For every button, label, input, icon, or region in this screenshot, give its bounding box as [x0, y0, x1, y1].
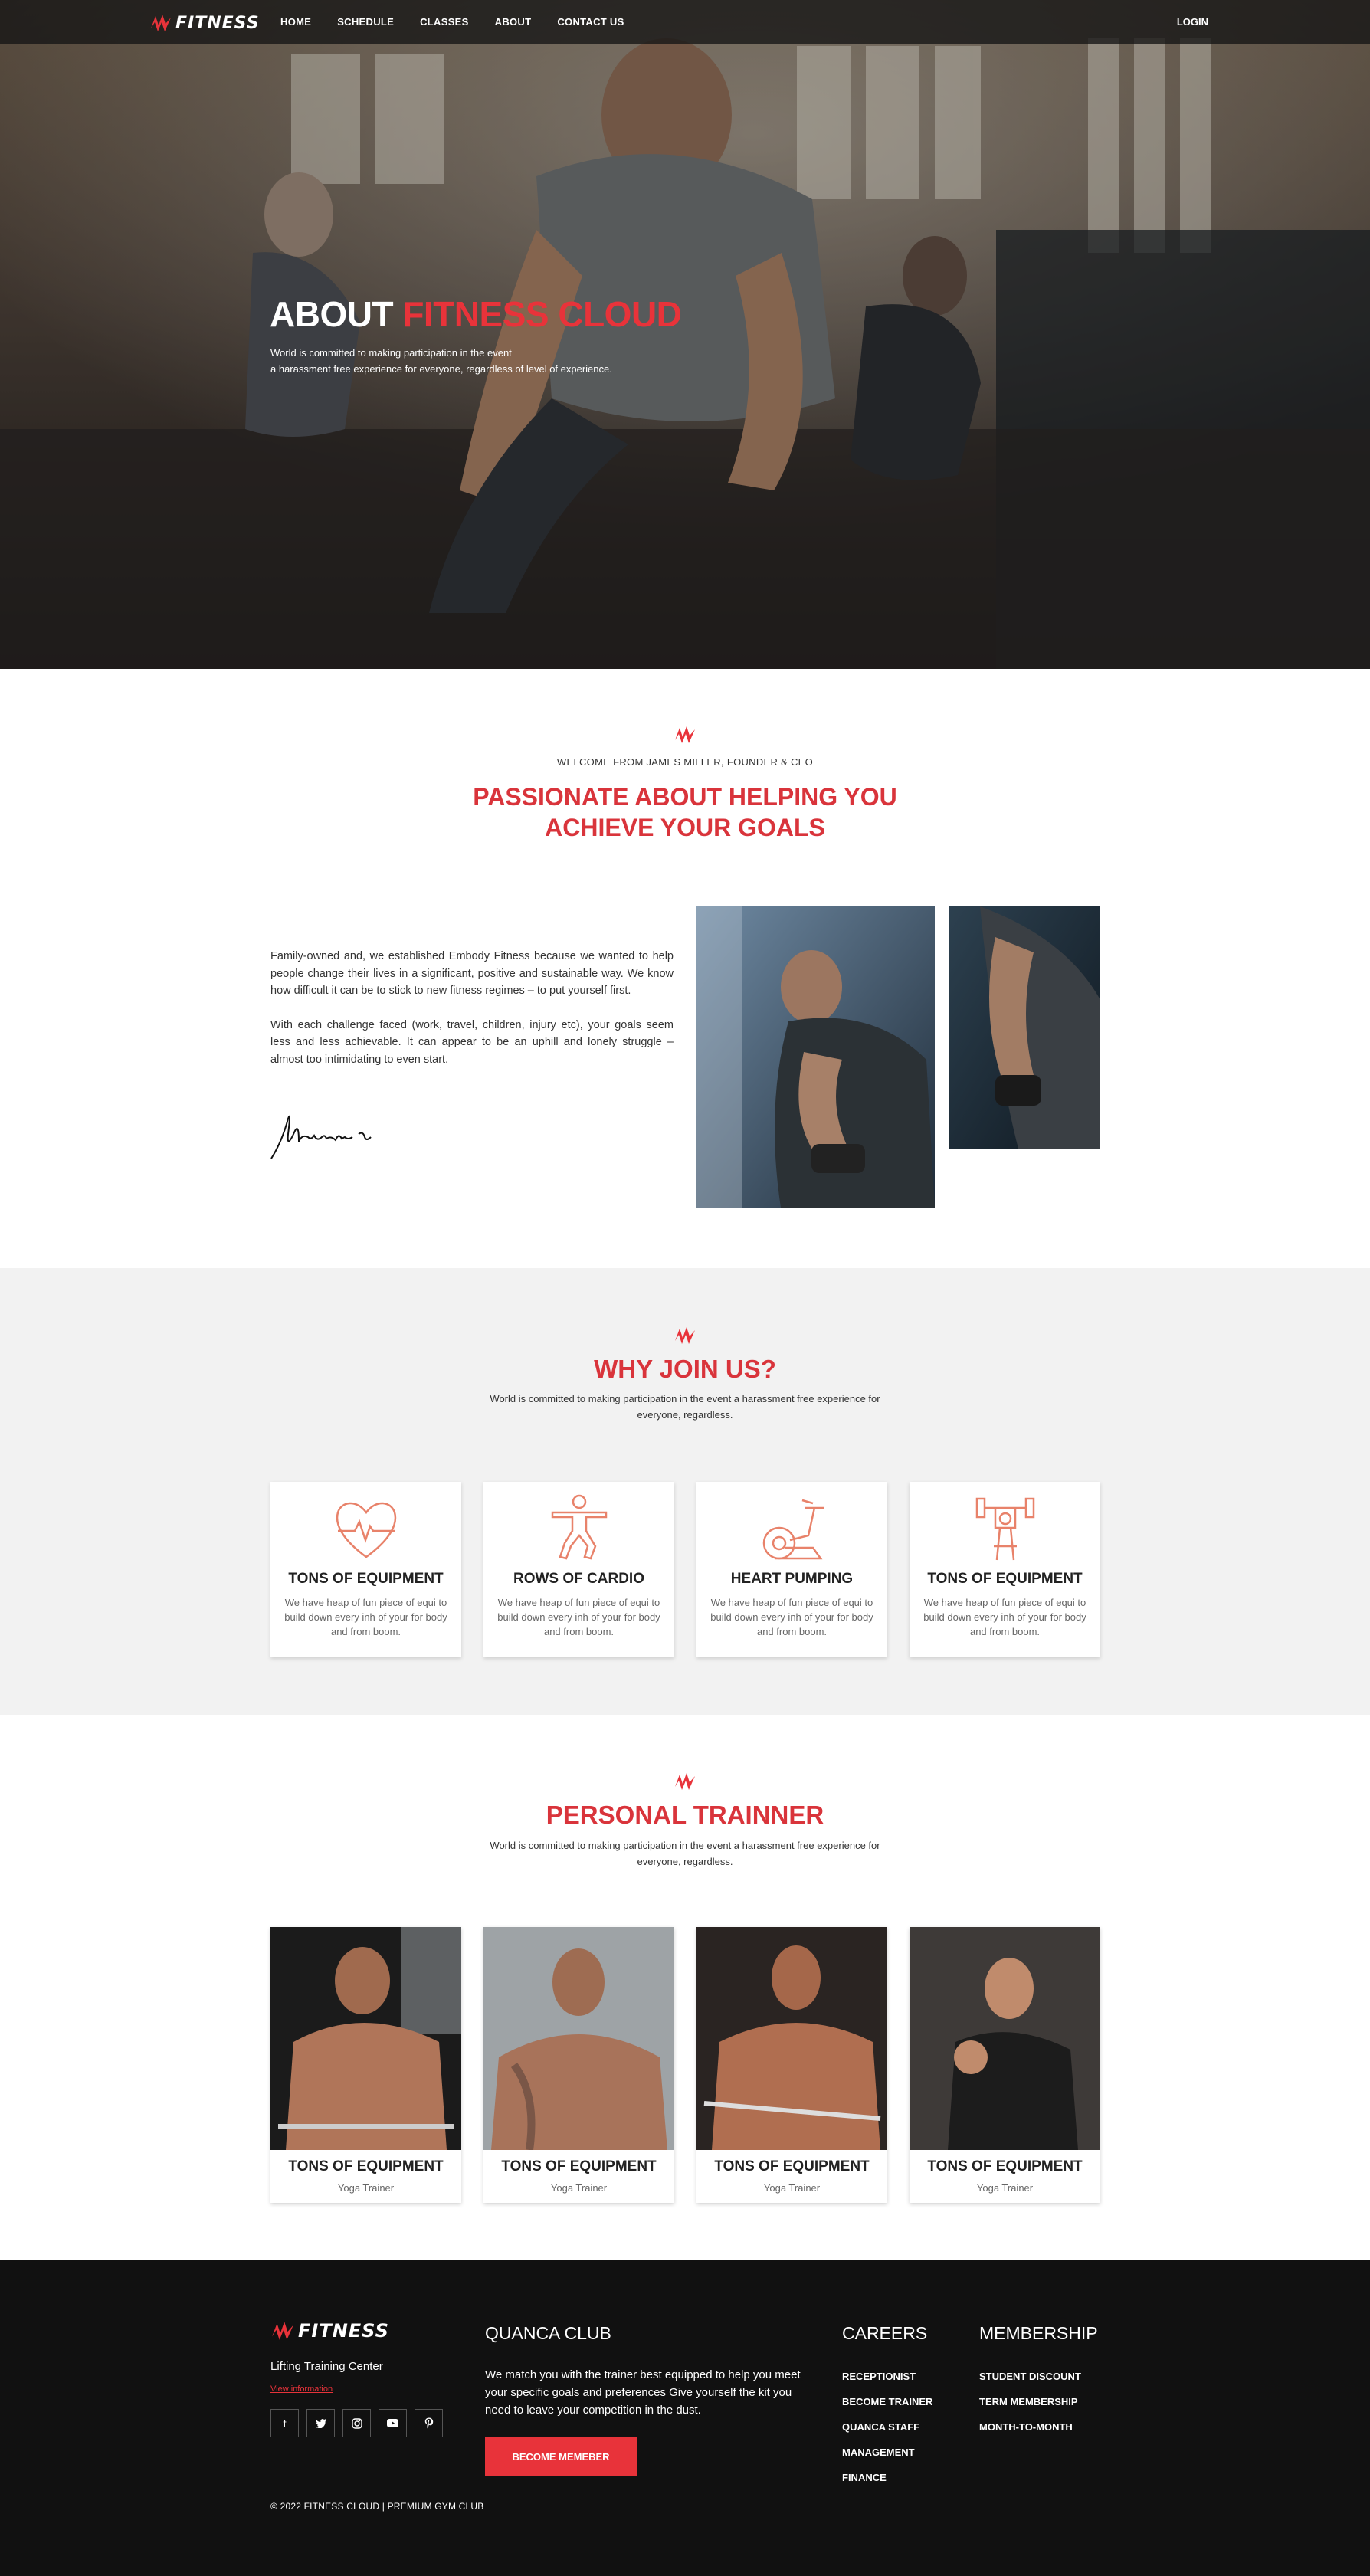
trainer-photo — [910, 1927, 1100, 2150]
about-text: Family-owned and, we established Embody … — [270, 948, 674, 1085]
founder-photo-secondary — [949, 906, 1100, 1149]
login-link[interactable]: LOGIN — [1177, 16, 1208, 28]
footer-club-text: We match you with the trainer best equip… — [485, 2368, 801, 2417]
instagram-icon[interactable] — [342, 2409, 371, 2437]
trainer-card[interactable]: TONS OF EQUIPMENT Yoga Trainer — [270, 1927, 461, 2203]
footer-logo[interactable]: FITNESS — [270, 2319, 389, 2343]
logo-wordmark: FITNESS — [175, 13, 260, 33]
top-navigation: FITNESS HOME SCHEDULE CLASSES ABOUT CONT… — [0, 0, 1370, 44]
trainer-name: TONS OF EQUIPMENT — [288, 2158, 444, 2175]
youtube-icon[interactable] — [379, 2409, 407, 2437]
section-logo-icon — [675, 1327, 695, 1344]
trainers-title: PERSONAL TRAINNER — [546, 1801, 824, 1829]
careers-link[interactable]: MANAGEMENT — [842, 2447, 932, 2472]
logo-mark-icon — [272, 2322, 293, 2340]
footer-club-title: QUANCA CLUB — [485, 2323, 611, 2343]
logo-wordmark: FITNESS — [298, 2320, 389, 2342]
trainer-photo — [696, 1927, 887, 2150]
become-member-button[interactable]: BECOME MEMEBER — [485, 2437, 637, 2476]
section-logo-icon — [675, 1773, 695, 1790]
why-title: WHY JOIN US? — [594, 1355, 776, 1383]
about-paragraph: Family-owned and, we established Embody … — [270, 950, 674, 997]
feature-text: We have heap of fun piece of equi to bui… — [497, 1597, 660, 1637]
feature-card: ROWS OF CARDIO We have heap of fun piece… — [483, 1482, 674, 1657]
careers-list: RECEPTIONIST BECOME TRAINER QUANCA STAFF… — [842, 2371, 932, 2497]
hero-section: ABOUT FITNESS CLOUD World is committed t… — [0, 0, 1370, 669]
careers-link[interactable]: RECEPTIONIST — [842, 2371, 932, 2396]
careers-link[interactable]: QUANCA STAFF — [842, 2421, 932, 2447]
welcome-kicker: WELCOME FROM JAMES MILLER, FOUNDER & CEO — [556, 756, 814, 768]
nav-about[interactable]: ABOUT — [495, 16, 532, 28]
feature-text: We have heap of fun piece of equi to bui… — [710, 1597, 873, 1637]
hero-title: ABOUT FITNESS CLOUD — [270, 294, 682, 334]
careers-link[interactable]: FINANCE — [842, 2472, 932, 2497]
trainer-role: Yoga Trainer — [976, 2182, 1034, 2194]
careers-link[interactable]: BECOME TRAINER — [842, 2396, 932, 2421]
feature-title: ROWS OF CARDIO — [513, 1571, 644, 1587]
founder-signature — [270, 1115, 372, 1159]
about-paragraph: With each challenge faced (work, travel,… — [270, 1018, 674, 1066]
footer-tagline: Lifting Training Center — [270, 2360, 383, 2373]
copyright-text: © 2022 FITNESS CLOUD | PREMIUM GYM CLUB — [270, 2501, 484, 2512]
feature-card: HEART PUMPING We have heap of fun piece … — [696, 1482, 887, 1657]
brand-logo[interactable]: FITNESS — [149, 11, 260, 35]
hero-background-image — [0, 0, 1370, 669]
main-menu: HOME SCHEDULE CLASSES ABOUT CONTACT US — [280, 16, 651, 28]
trainers-subtitle: World is committed to making participati… — [490, 1840, 880, 1867]
nav-contact[interactable]: CONTACT US — [557, 16, 624, 28]
pinterest-icon[interactable] — [415, 2409, 443, 2437]
welcome-title: PASSIONATE ABOUT HELPING YOU ACHIEVE YOU… — [473, 783, 897, 841]
feature-text: We have heap of fun piece of equi to bui… — [923, 1597, 1086, 1637]
trainer-photo — [483, 1927, 674, 2150]
membership-list: STUDENT DISCOUNT TERM MEMBERSHIP MONTH-T… — [979, 2371, 1081, 2447]
footer-membership-title: MEMBERSHIP — [979, 2323, 1098, 2343]
facebook-icon[interactable]: f — [270, 2409, 299, 2437]
trainer-name: TONS OF EQUIPMENT — [714, 2158, 870, 2175]
nav-schedule[interactable]: SCHEDULE — [337, 16, 394, 28]
feature-card: TONS OF EQUIPMENT We have heap of fun pi… — [270, 1482, 461, 1657]
exercise-bike-icon — [762, 1499, 824, 1560]
nav-home[interactable]: HOME — [280, 16, 311, 28]
footer-careers-title: CAREERS — [842, 2323, 928, 2343]
trainer-card[interactable]: TONS OF EQUIPMENT Yoga Trainer — [483, 1927, 674, 2203]
membership-link[interactable]: STUDENT DISCOUNT — [979, 2371, 1081, 2396]
trainer-role: Yoga Trainer — [337, 2182, 395, 2194]
trainer-role: Yoga Trainer — [550, 2182, 608, 2194]
view-information-link[interactable]: View information — [270, 2384, 333, 2394]
membership-link[interactable]: MONTH-TO-MONTH — [979, 2421, 1081, 2447]
weightlifter-icon — [975, 1497, 1035, 1561]
feature-card: TONS OF EQUIPMENT We have heap of fun pi… — [910, 1482, 1100, 1657]
why-subtitle: World is committed to making participati… — [490, 1393, 880, 1421]
feature-title: TONS OF EQUIPMENT — [927, 1571, 1083, 1587]
feature-title: TONS OF EQUIPMENT — [288, 1571, 444, 1587]
trainer-card[interactable]: TONS OF EQUIPMENT Yoga Trainer — [910, 1927, 1100, 2203]
nav-classes[interactable]: CLASSES — [420, 16, 469, 28]
yoga-pose-icon — [551, 1494, 608, 1560]
trainer-name: TONS OF EQUIPMENT — [927, 2158, 1083, 2175]
feature-text: We have heap of fun piece of equi to bui… — [284, 1597, 447, 1637]
founder-photo-main — [696, 906, 935, 1208]
twitter-icon[interactable] — [306, 2409, 335, 2437]
trainer-role: Yoga Trainer — [763, 2182, 821, 2194]
heart-pulse-icon — [336, 1502, 397, 1558]
section-logo-icon — [675, 726, 695, 743]
feature-title: HEART PUMPING — [730, 1571, 854, 1587]
membership-link[interactable]: TERM MEMBERSHIP — [979, 2396, 1081, 2421]
trainer-name: TONS OF EQUIPMENT — [501, 2158, 657, 2175]
hero-subtitle: World is committed to making participati… — [270, 347, 612, 375]
trainer-card[interactable]: TONS OF EQUIPMENT Yoga Trainer — [696, 1927, 887, 2203]
social-links: f — [270, 2409, 443, 2437]
logo-mark-icon — [151, 15, 171, 31]
trainer-photo — [270, 1927, 461, 2150]
hero-title-highlight: FITNESS CLOUD — [402, 294, 682, 334]
